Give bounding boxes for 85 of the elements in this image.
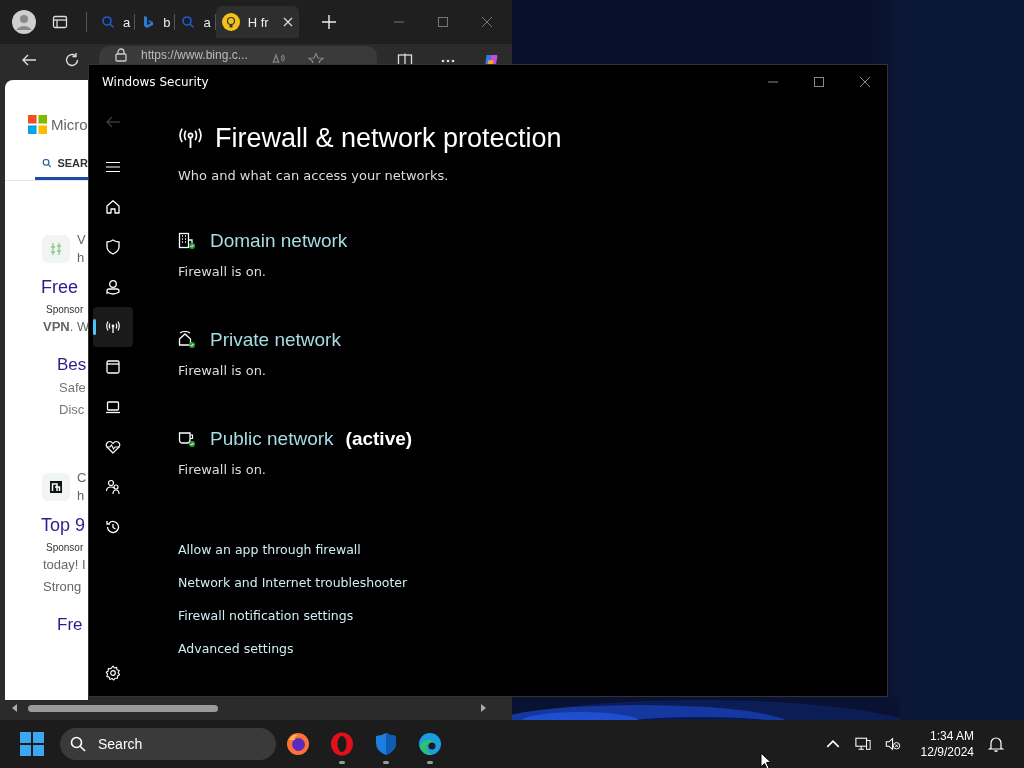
antenna-icon bbox=[104, 319, 121, 335]
site-icon bbox=[42, 235, 70, 263]
address-bar[interactable]: https://www.bing.c... bbox=[99, 46, 377, 64]
maximize-icon[interactable] bbox=[814, 77, 824, 87]
result-title-link[interactable]: Free bbox=[41, 277, 78, 298]
close-icon[interactable] bbox=[860, 77, 870, 87]
browser-tab[interactable]: a bbox=[95, 14, 136, 30]
sponsored-label: Sponsor bbox=[46, 542, 84, 553]
scroll-right-icon[interactable] bbox=[480, 704, 486, 712]
page-subtitle: Who and what can access your networks. bbox=[178, 168, 449, 183]
cup-check-icon bbox=[178, 430, 196, 448]
site-name: h bbox=[77, 487, 85, 505]
result-title-link[interactable]: Top 9 bbox=[41, 515, 86, 536]
opera-icon bbox=[330, 732, 354, 756]
active-label: (active) bbox=[345, 428, 413, 450]
building-check-icon bbox=[178, 232, 196, 250]
logo-icon bbox=[28, 115, 47, 134]
settings-link[interactable]: Network and Internet troubleshooter bbox=[178, 574, 408, 591]
browser-tab[interactable]: a bbox=[175, 14, 216, 30]
back-arrow-icon[interactable] bbox=[21, 52, 37, 68]
edge-icon bbox=[418, 732, 442, 756]
logo-text: Micro bbox=[51, 116, 88, 133]
home-icon bbox=[104, 199, 121, 215]
antenna-icon bbox=[178, 127, 203, 150]
house-check-icon bbox=[178, 331, 196, 349]
clock-date: 12/9/2024 bbox=[920, 744, 974, 760]
site-name: h bbox=[77, 249, 85, 267]
speaker-muted-icon[interactable] bbox=[884, 736, 901, 752]
nav-item[interactable] bbox=[92, 307, 133, 347]
network-link[interactable]: Domain network bbox=[210, 230, 348, 252]
search-icon bbox=[70, 736, 86, 752]
family-icon bbox=[104, 479, 121, 495]
sitelink-snippet: Safe bbox=[59, 379, 86, 397]
sitelink[interactable]: Bes bbox=[57, 355, 87, 375]
firewall-status: Firewall is on. bbox=[178, 462, 266, 477]
taskbar-search[interactable]: Search bbox=[60, 728, 276, 760]
heart-icon bbox=[104, 439, 121, 455]
page-heading: Firewall & network protection bbox=[215, 123, 562, 154]
menu-icon bbox=[104, 159, 121, 175]
refresh-icon[interactable] bbox=[64, 52, 80, 68]
clock[interactable]: 1:34 AM 12/9/2024 bbox=[920, 728, 974, 760]
cursor-icon bbox=[760, 752, 772, 768]
site-name: V bbox=[77, 231, 86, 249]
firewall-status: Firewall is on. bbox=[178, 363, 266, 378]
shield-icon bbox=[104, 239, 121, 255]
site-name: C bbox=[77, 469, 87, 487]
history-icon bbox=[104, 519, 121, 535]
browser-icon bbox=[104, 359, 121, 375]
split-screen-icon[interactable] bbox=[397, 53, 413, 64]
maximize-icon[interactable] bbox=[438, 17, 448, 27]
search-icon bbox=[181, 15, 196, 29]
laptop-icon bbox=[104, 399, 121, 415]
settings-link[interactable]: Firewall notification settings bbox=[178, 607, 354, 624]
star-icon[interactable] bbox=[307, 51, 324, 63]
settings-link[interactable]: Allow an app through firewall bbox=[178, 541, 361, 558]
bulb-icon bbox=[221, 13, 240, 31]
bell-icon[interactable] bbox=[988, 736, 1004, 752]
firewall-status: Firewall is on. bbox=[178, 264, 266, 279]
search-icon bbox=[42, 156, 52, 170]
window-title: Windows Security bbox=[102, 75, 209, 89]
result-snippet: today! I bbox=[43, 556, 86, 574]
settings-link[interactable]: Advanced settings bbox=[178, 640, 294, 657]
site-icon bbox=[42, 473, 70, 501]
bing-icon bbox=[141, 15, 156, 29]
start-icon[interactable] bbox=[20, 732, 44, 756]
sitelink-snippet: Disc bbox=[59, 401, 85, 419]
avatar-icon[interactable] bbox=[12, 10, 36, 34]
search-icon bbox=[101, 15, 115, 29]
browser-tab[interactable]: b bbox=[135, 14, 176, 30]
network-icon[interactable] bbox=[854, 736, 871, 752]
new-tab-icon[interactable] bbox=[320, 14, 337, 30]
network-link[interactable]: Public network bbox=[210, 428, 334, 450]
network-link[interactable]: Private network bbox=[210, 329, 341, 351]
tab-actions-icon[interactable] bbox=[52, 14, 68, 30]
person-icon bbox=[104, 279, 121, 295]
firefox-icon bbox=[286, 732, 310, 756]
shield-icon bbox=[374, 732, 398, 756]
scroll-left-icon[interactable] bbox=[12, 704, 18, 712]
lock-icon bbox=[115, 48, 127, 62]
sponsored-label: Sponsor bbox=[46, 304, 84, 315]
result-snippet: Strong bbox=[43, 578, 82, 596]
clock-time: 1:34 AM bbox=[929, 728, 974, 744]
sitelink[interactable]: Fre bbox=[57, 615, 83, 635]
settings-icon[interactable] bbox=[104, 665, 121, 681]
browser-tab[interactable]: H fr bbox=[215, 6, 299, 38]
